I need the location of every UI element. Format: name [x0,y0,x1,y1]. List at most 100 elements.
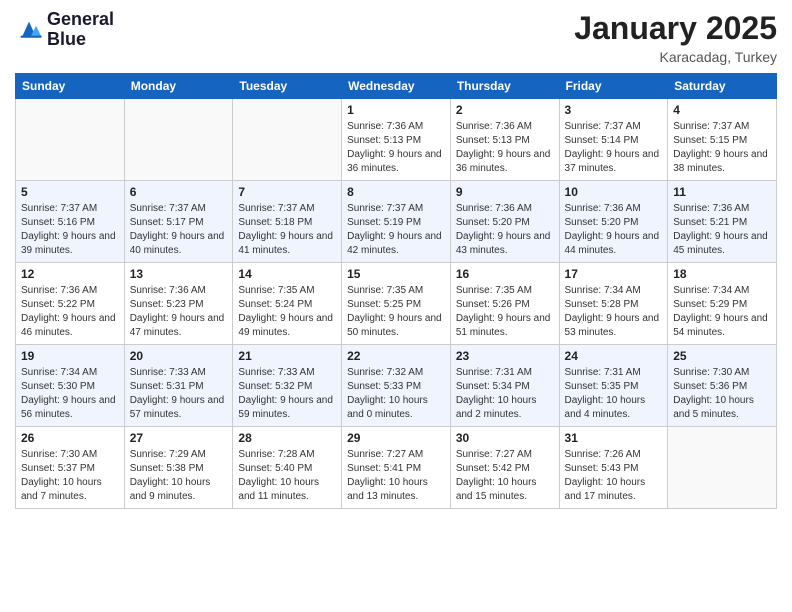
day-info: Sunrise: 7:30 AM Sunset: 5:36 PM Dayligh… [673,366,771,422]
day-number: 13 [130,267,228,281]
day-info: Sunrise: 7:37 AM Sunset: 5:19 PM Dayligh… [347,202,445,258]
calendar-body: 1 Sunrise: 7:36 AM Sunset: 5:13 PM Daylig… [16,99,777,509]
calendar-cell: 27 Sunrise: 7:29 AM Sunset: 5:38 PM Dayli… [124,427,233,509]
logo-icon [15,16,43,44]
day-info: Sunrise: 7:35 AM Sunset: 5:25 PM Dayligh… [347,284,445,340]
calendar-cell: 3 Sunrise: 7:37 AM Sunset: 5:14 PM Daylig… [559,99,668,181]
day-info: Sunrise: 7:35 AM Sunset: 5:26 PM Dayligh… [456,284,554,340]
day-info: Sunrise: 7:30 AM Sunset: 5:37 PM Dayligh… [21,448,119,504]
day-number: 12 [21,267,119,281]
header-monday: Monday [124,74,233,99]
logo-text-general: General [47,10,114,30]
day-number: 25 [673,349,771,363]
calendar-cell: 19Sunrise: 7:34 AM Sunset: 5:30 PM Dayli… [16,345,125,427]
title-block: January 2025 Karacadag, Turkey [574,10,777,65]
day-info: Sunrise: 7:34 AM Sunset: 5:29 PM Dayligh… [673,284,771,340]
day-number: 16 [456,267,554,281]
page-title: January 2025 [574,10,777,47]
day-number: 21 [238,349,336,363]
day-number: 30 [456,431,554,445]
calendar-cell: 14 Sunrise: 7:35 AM Sunset: 5:24 PM Dayli… [233,263,342,345]
day-info: Sunrise: 7:36 AM Sunset: 5:20 PM Dayligh… [565,202,663,258]
day-info: Sunrise: 7:36 AM Sunset: 5:13 PM Dayligh… [347,120,445,176]
day-info: Sunrise: 7:31 AM Sunset: 5:34 PM Dayligh… [456,366,554,422]
calendar-week-5: 26Sunrise: 7:30 AM Sunset: 5:37 PM Dayli… [16,427,777,509]
calendar-cell: 7Sunrise: 7:37 AM Sunset: 5:18 PM Daylig… [233,181,342,263]
day-number: 15 [347,267,445,281]
header-sunday: Sunday [16,74,125,99]
calendar-cell: 26Sunrise: 7:30 AM Sunset: 5:37 PM Dayli… [16,427,125,509]
day-info: Sunrise: 7:35 AM Sunset: 5:24 PM Dayligh… [238,284,336,340]
day-info: Sunrise: 7:29 AM Sunset: 5:38 PM Dayligh… [130,448,228,504]
day-number: 14 [238,267,336,281]
day-info: Sunrise: 7:27 AM Sunset: 5:42 PM Dayligh… [456,448,554,504]
calendar-cell: 12Sunrise: 7:36 AM Sunset: 5:22 PM Dayli… [16,263,125,345]
day-number: 19 [21,349,119,363]
calendar-cell: 2 Sunrise: 7:36 AM Sunset: 5:13 PM Daylig… [450,99,559,181]
calendar-table: Sunday Monday Tuesday Wednesday Thursday… [15,73,777,509]
calendar-week-4: 19Sunrise: 7:34 AM Sunset: 5:30 PM Dayli… [16,345,777,427]
calendar-week-3: 12Sunrise: 7:36 AM Sunset: 5:22 PM Dayli… [16,263,777,345]
day-info: Sunrise: 7:37 AM Sunset: 5:18 PM Dayligh… [238,202,336,258]
calendar-cell: 22 Sunrise: 7:32 AM Sunset: 5:33 PM Dayli… [342,345,451,427]
day-number: 29 [347,431,445,445]
calendar-cell [124,99,233,181]
calendar-header: Sunday Monday Tuesday Wednesday Thursday… [16,74,777,99]
calendar-cell: 28 Sunrise: 7:28 AM Sunset: 5:40 PM Dayli… [233,427,342,509]
day-info: Sunrise: 7:37 AM Sunset: 5:16 PM Dayligh… [21,202,119,258]
calendar-cell: 23 Sunrise: 7:31 AM Sunset: 5:34 PM Dayli… [450,345,559,427]
day-number: 9 [456,185,554,199]
calendar-cell: 17Sunrise: 7:34 AM Sunset: 5:28 PM Dayli… [559,263,668,345]
day-info: Sunrise: 7:32 AM Sunset: 5:33 PM Dayligh… [347,366,445,422]
day-number: 5 [21,185,119,199]
day-info: Sunrise: 7:34 AM Sunset: 5:28 PM Dayligh… [565,284,663,340]
calendar-page: General Blue January 2025 Karacadag, Tur… [0,0,792,612]
calendar-cell: 5 Sunrise: 7:37 AM Sunset: 5:16 PM Daylig… [16,181,125,263]
day-info: Sunrise: 7:31 AM Sunset: 5:35 PM Dayligh… [565,366,663,422]
calendar-cell: 10Sunrise: 7:36 AM Sunset: 5:20 PM Dayli… [559,181,668,263]
day-info: Sunrise: 7:33 AM Sunset: 5:32 PM Dayligh… [238,366,336,422]
day-number: 1 [347,103,445,117]
calendar-cell: 25 Sunrise: 7:30 AM Sunset: 5:36 PM Dayli… [668,345,777,427]
day-number: 20 [130,349,228,363]
calendar-cell: 4 Sunrise: 7:37 AM Sunset: 5:15 PM Daylig… [668,99,777,181]
calendar-cell: 20Sunrise: 7:33 AM Sunset: 5:31 PM Dayli… [124,345,233,427]
header-friday: Friday [559,74,668,99]
day-info: Sunrise: 7:37 AM Sunset: 5:15 PM Dayligh… [673,120,771,176]
calendar-cell: 29Sunrise: 7:27 AM Sunset: 5:41 PM Dayli… [342,427,451,509]
calendar-week-1: 1 Sunrise: 7:36 AM Sunset: 5:13 PM Daylig… [16,99,777,181]
header-row: Sunday Monday Tuesday Wednesday Thursday… [16,74,777,99]
calendar-cell: 18Sunrise: 7:34 AM Sunset: 5:29 PM Dayli… [668,263,777,345]
day-number: 23 [456,349,554,363]
calendar-cell: 6Sunrise: 7:37 AM Sunset: 5:17 PM Daylig… [124,181,233,263]
page-header: General Blue January 2025 Karacadag, Tur… [15,10,777,65]
day-number: 2 [456,103,554,117]
day-info: Sunrise: 7:28 AM Sunset: 5:40 PM Dayligh… [238,448,336,504]
day-number: 22 [347,349,445,363]
calendar-cell: 8Sunrise: 7:37 AM Sunset: 5:19 PM Daylig… [342,181,451,263]
header-saturday: Saturday [668,74,777,99]
calendar-cell: 1 Sunrise: 7:36 AM Sunset: 5:13 PM Daylig… [342,99,451,181]
page-subtitle: Karacadag, Turkey [574,49,777,65]
day-info: Sunrise: 7:37 AM Sunset: 5:14 PM Dayligh… [565,120,663,176]
day-number: 3 [565,103,663,117]
day-info: Sunrise: 7:36 AM Sunset: 5:23 PM Dayligh… [130,284,228,340]
day-number: 28 [238,431,336,445]
day-info: Sunrise: 7:36 AM Sunset: 5:20 PM Dayligh… [456,202,554,258]
calendar-cell: 31Sunrise: 7:26 AM Sunset: 5:43 PM Dayli… [559,427,668,509]
day-number: 27 [130,431,228,445]
calendar-cell: 15 Sunrise: 7:35 AM Sunset: 5:25 PM Dayli… [342,263,451,345]
calendar-cell: 9 Sunrise: 7:36 AM Sunset: 5:20 PM Daylig… [450,181,559,263]
day-number: 24 [565,349,663,363]
day-number: 6 [130,185,228,199]
day-number: 11 [673,185,771,199]
header-thursday: Thursday [450,74,559,99]
day-number: 31 [565,431,663,445]
day-number: 4 [673,103,771,117]
calendar-cell: 16 Sunrise: 7:35 AM Sunset: 5:26 PM Dayli… [450,263,559,345]
day-info: Sunrise: 7:36 AM Sunset: 5:13 PM Dayligh… [456,120,554,176]
calendar-cell: 11 Sunrise: 7:36 AM Sunset: 5:21 PM Dayli… [668,181,777,263]
day-info: Sunrise: 7:36 AM Sunset: 5:21 PM Dayligh… [673,202,771,258]
calendar-cell: 13 Sunrise: 7:36 AM Sunset: 5:23 PM Dayli… [124,263,233,345]
calendar-cell [16,99,125,181]
